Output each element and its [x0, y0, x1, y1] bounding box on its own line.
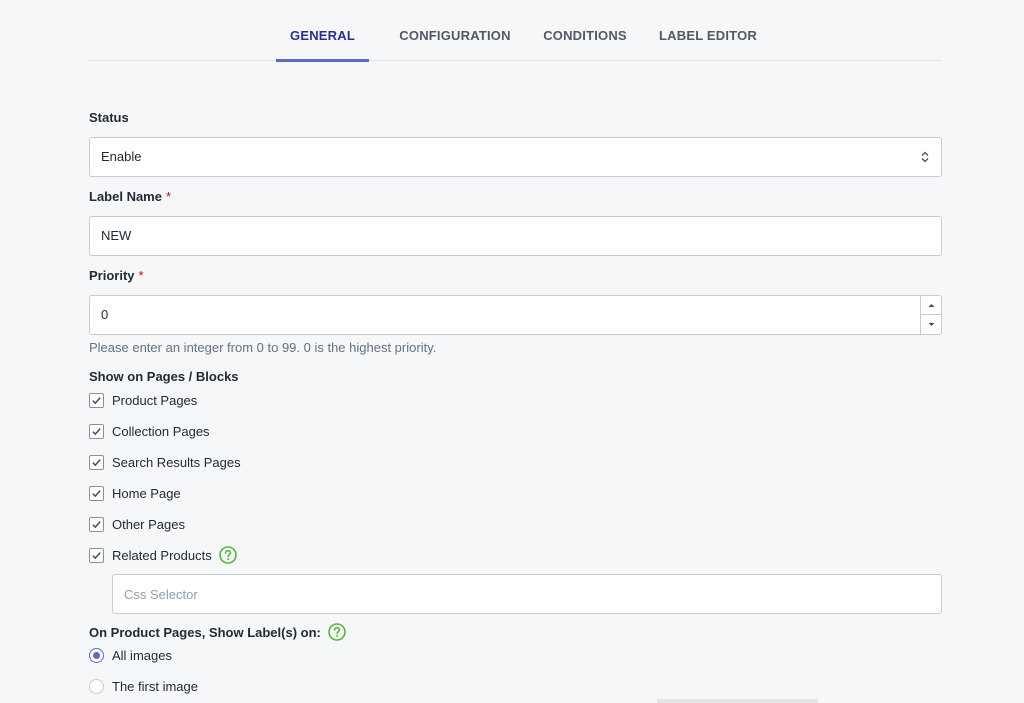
help-question-icon[interactable] [328, 623, 346, 641]
status-label: Status [89, 110, 129, 125]
checkmark-icon [92, 396, 101, 404]
product-pages-label: Product Pages [112, 392, 198, 408]
priority-value: 0 [101, 307, 109, 322]
checkbox-row-product-pages[interactable]: Product Pages [89, 390, 197, 410]
product-pages-checkbox[interactable] [89, 392, 104, 408]
status-label-text: Status [89, 110, 129, 125]
tab-bar: GENERAL CONFIGURATION CONDITIONS LABEL E… [89, 0, 942, 62]
checkbox-row-collection-pages[interactable]: Collection Pages [89, 421, 210, 441]
collection-pages-label: Collection Pages [112, 423, 210, 439]
all-images-label: All images [112, 647, 172, 663]
priority-input[interactable]: 0 [89, 295, 942, 335]
search-results-pages-checkbox[interactable] [89, 454, 104, 470]
show-on-pages-label: Show on Pages / Blocks [89, 369, 239, 384]
tab-conditions[interactable]: CONDITIONS [535, 0, 635, 61]
checkbox-row-home-page[interactable]: Home Page [89, 483, 181, 503]
product-pages-show-label-row: On Product Pages, Show Label(s) on: [89, 622, 346, 642]
status-select[interactable]: Enable [89, 137, 942, 177]
stepper-up-button[interactable] [921, 296, 941, 315]
first-image-radio[interactable] [89, 678, 104, 694]
radio-row-all-images[interactable]: All images [89, 645, 172, 665]
status-select-value: Enable [101, 149, 142, 164]
label-name-label-text: Label Name [89, 189, 162, 204]
related-products-label: Related Products [112, 547, 212, 563]
checkmark-icon [92, 520, 101, 528]
checkmark-icon [92, 551, 101, 559]
radio-row-first-image[interactable]: The first image [89, 676, 198, 696]
other-pages-checkbox[interactable] [89, 516, 104, 532]
product-pages-show-label: On Product Pages, Show Label(s) on: [89, 624, 321, 640]
home-page-label: Home Page [112, 485, 181, 501]
checkbox-row-search-results-pages[interactable]: Search Results Pages [89, 452, 241, 472]
first-image-label: The first image [112, 678, 198, 694]
partial-element-edge [657, 699, 818, 703]
checkbox-row-other-pages[interactable]: Other Pages [89, 514, 185, 534]
caret-up-icon [928, 303, 934, 307]
other-pages-label: Other Pages [112, 516, 185, 532]
priority-label-text: Priority [89, 268, 135, 283]
required-marker: * [165, 189, 172, 204]
tab-general[interactable]: GENERAL [276, 0, 369, 62]
caret-down-icon [928, 323, 934, 326]
checkmark-icon [92, 427, 101, 435]
priority-stepper [920, 296, 941, 334]
related-products-checkbox[interactable] [89, 547, 104, 563]
select-arrows-icon [921, 151, 929, 163]
stepper-down-button[interactable] [921, 315, 941, 334]
label-name-label: Label Name * [89, 189, 171, 204]
home-page-checkbox[interactable] [89, 485, 104, 501]
tab-configuration[interactable]: CONFIGURATION [392, 0, 518, 61]
search-results-pages-label: Search Results Pages [112, 454, 241, 470]
tab-label-editor[interactable]: LABEL EDITOR [654, 0, 762, 61]
priority-label: Priority * [89, 268, 144, 283]
checkmark-icon [92, 489, 101, 497]
help-question-icon[interactable] [218, 546, 237, 564]
collection-pages-checkbox[interactable] [89, 423, 104, 439]
checkmark-icon [92, 458, 101, 466]
priority-help-text: Please enter an integer from 0 to 99. 0 … [89, 340, 437, 355]
show-on-pages-label-text: Show on Pages / Blocks [89, 369, 239, 384]
label-name-value: NEW [101, 228, 132, 243]
required-marker: * [138, 268, 144, 283]
css-selector-input[interactable] [112, 574, 942, 614]
all-images-radio[interactable] [89, 647, 104, 663]
label-name-input[interactable]: NEW [89, 216, 942, 256]
checkbox-row-related-products[interactable]: Related Products [89, 545, 237, 565]
